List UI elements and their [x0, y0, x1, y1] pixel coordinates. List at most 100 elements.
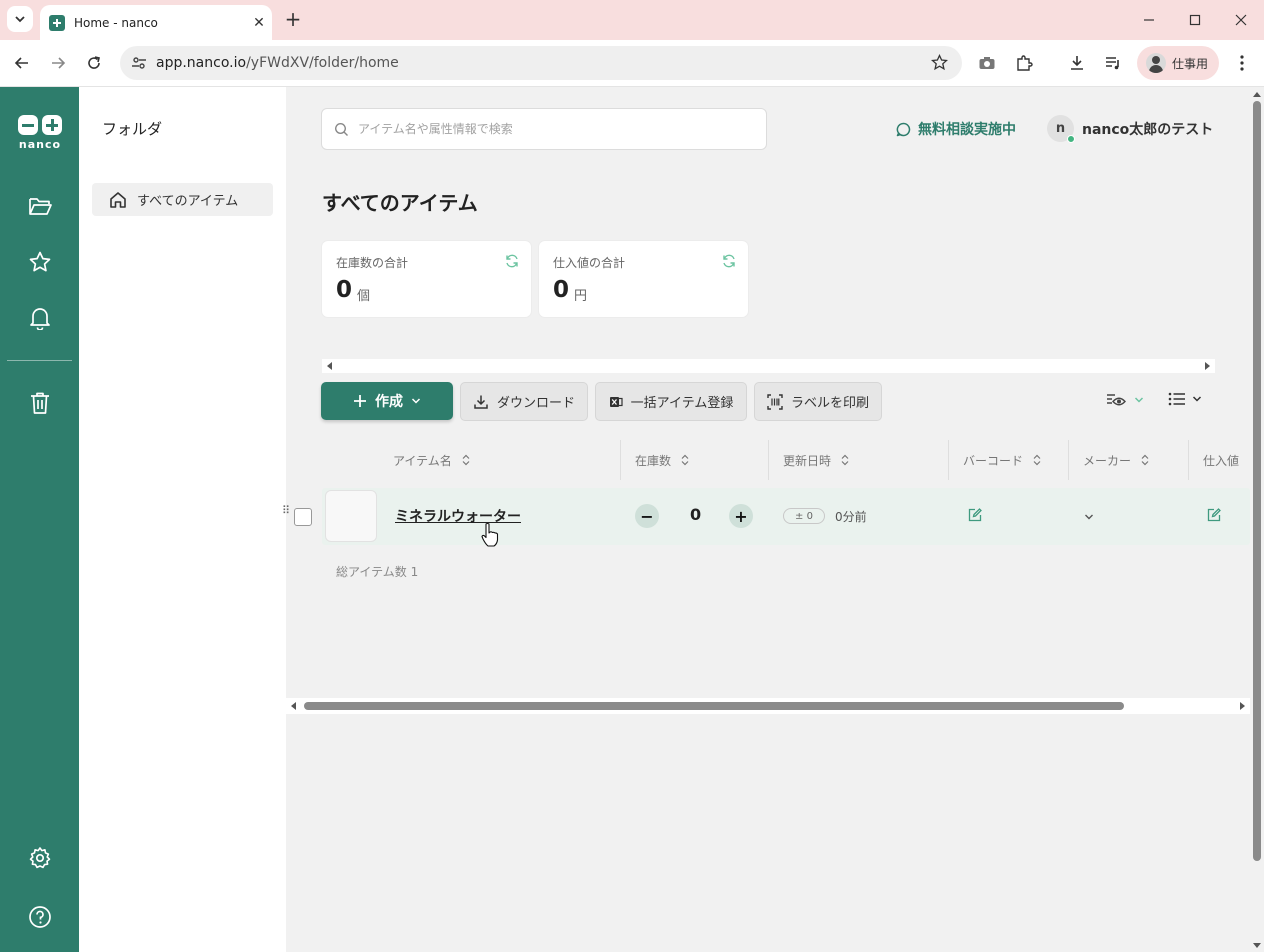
edit-barcode-icon[interactable] [968, 507, 982, 526]
download-icon[interactable] [1066, 52, 1088, 74]
trash-icon[interactable] [26, 389, 54, 417]
download-label: ダウンロード [496, 396, 575, 411]
scroll-left-icon[interactable] [289, 701, 299, 711]
stats-scrollbar[interactable] [322, 359, 1215, 373]
tune-icon [132, 57, 146, 69]
stock-delta-badge: ± 0 [783, 508, 825, 524]
vertical-scrollbar[interactable] [1250, 87, 1264, 952]
create-button[interactable]: 作成 [321, 382, 453, 420]
scroll-up-icon[interactable] [1252, 90, 1262, 100]
main-content: 無料相談実施中 n nanco太郎のテスト すべてのアイテム 在庫数の合計 0 … [282, 87, 1250, 952]
stat-value: 0 [336, 277, 353, 303]
folder-panel: フォルダ すべてのアイテム [79, 87, 286, 952]
decrement-button[interactable]: − [635, 504, 659, 528]
rail-divider [7, 360, 72, 361]
help-icon[interactable] [26, 903, 54, 931]
stat-label: 仕入値の合計 [553, 256, 626, 270]
column-header-maker[interactable]: メーカー [1068, 440, 1188, 480]
star-icon[interactable] [26, 248, 54, 276]
sort-icon [1033, 454, 1041, 466]
gear-icon[interactable] [26, 844, 54, 872]
media-controls-icon[interactable] [1102, 52, 1124, 74]
column-header-updated[interactable]: 更新日時 [768, 440, 948, 480]
logo-text: nanco [18, 138, 62, 151]
nanco-logo[interactable]: nanco [17, 115, 63, 151]
chevron-down-icon [15, 16, 25, 23]
back-button[interactable] [10, 51, 34, 75]
folder-icon[interactable] [26, 192, 54, 220]
horizontal-scroll-thumb[interactable] [304, 702, 1124, 710]
drag-handle-icon[interactable]: ⠿ [282, 505, 290, 516]
list-icon [1168, 392, 1185, 406]
site-settings-button[interactable] [122, 55, 156, 71]
bulk-register-label: 一括アイテム登録 [630, 396, 734, 411]
tab-title: Home - nanco [74, 15, 158, 30]
tab-search-button[interactable] [7, 6, 33, 32]
table-row[interactable]: ⠿ ミネラルウォーター − 0 + ± 0 0分前 [282, 488, 1250, 545]
arrow-right-icon [52, 57, 66, 69]
increment-button[interactable]: + [729, 504, 753, 528]
sort-icon [841, 454, 849, 466]
download-button[interactable]: ダウンロード [460, 382, 588, 421]
scroll-right-icon[interactable] [1237, 701, 1247, 711]
bookmark-star-icon[interactable] [930, 53, 949, 75]
column-header-stock[interactable]: 在庫数 [620, 440, 768, 480]
address-bar[interactable]: app.nanco.io/yFWdXV/folder/home [120, 46, 962, 80]
column-header-barcode[interactable]: バーコード [948, 440, 1068, 480]
stat-unit: 個 [357, 289, 371, 304]
online-status-dot [1067, 135, 1075, 143]
app-rail: nanco [0, 87, 79, 952]
horizontal-scrollbar[interactable] [286, 698, 1250, 714]
search-input[interactable] [358, 122, 738, 136]
scroll-right-icon[interactable] [1201, 360, 1213, 372]
list-view-control[interactable] [1168, 392, 1202, 406]
stock-quantity: 0 [690, 505, 702, 524]
bulk-register-button[interactable]: 一括アイテム登録 [595, 382, 747, 421]
table-header: アイテム名 在庫数 更新日時 バーコード メーカー 仕入値 [322, 440, 1250, 480]
camera-icon[interactable] [976, 52, 998, 74]
browser-titlebar: Home - nanco ✕ + [0, 0, 1264, 40]
item-name-link[interactable]: ミネラルウォーター [395, 506, 521, 526]
chevron-down-icon [411, 398, 421, 404]
refresh-icon[interactable] [505, 253, 519, 272]
item-search[interactable] [321, 108, 767, 150]
profile-button[interactable]: 仕事用 [1137, 46, 1219, 80]
reload-icon [88, 56, 100, 69]
scroll-left-icon[interactable] [324, 360, 336, 372]
edit-cost-icon[interactable] [1207, 507, 1221, 526]
create-label: 作成 [375, 394, 403, 410]
row-checkbox[interactable] [294, 508, 312, 526]
refresh-icon[interactable] [722, 253, 736, 272]
browser-tab[interactable]: Home - nanco ✕ [40, 5, 272, 40]
maximize-button[interactable] [1183, 8, 1207, 32]
close-window-button[interactable] [1229, 8, 1253, 32]
updated-time: 0分前 [835, 510, 867, 524]
column-header-cost[interactable]: 仕入値 [1188, 440, 1250, 480]
minimize-button[interactable] [1137, 8, 1161, 32]
reload-button[interactable] [82, 51, 106, 75]
user-avatar: n [1047, 115, 1075, 143]
scroll-down-icon[interactable] [1252, 940, 1262, 950]
barcode-scan-icon [767, 393, 783, 410]
extensions-icon[interactable] [1013, 52, 1035, 74]
stat-unit: 円 [574, 289, 588, 304]
forward-button[interactable] [46, 51, 70, 75]
plus-icon [354, 395, 366, 407]
bell-icon[interactable] [26, 304, 54, 332]
print-label-button[interactable]: ラベルを印刷 [754, 382, 882, 421]
browser-menu-icon[interactable] [1231, 52, 1253, 74]
search-icon [334, 122, 348, 136]
home-icon [110, 191, 126, 208]
maker-dropdown-icon[interactable] [1084, 507, 1094, 526]
new-tab-button[interactable]: + [283, 8, 303, 32]
item-thumbnail[interactable] [325, 490, 377, 542]
maximize-icon [1189, 14, 1201, 26]
user-menu[interactable]: n nanco太郎のテスト [1047, 115, 1213, 143]
vertical-scroll-thumb[interactable] [1253, 101, 1261, 861]
tab-close-icon[interactable]: ✕ [246, 15, 272, 31]
free-consultation-link[interactable]: 無料相談実施中 [896, 119, 1016, 139]
chat-bubble-icon [896, 122, 911, 136]
column-visibility-control[interactable] [1106, 392, 1144, 408]
column-header-item-name[interactable]: アイテム名 [379, 440, 621, 480]
folder-item-all-items[interactable]: すべてのアイテム [92, 183, 273, 216]
